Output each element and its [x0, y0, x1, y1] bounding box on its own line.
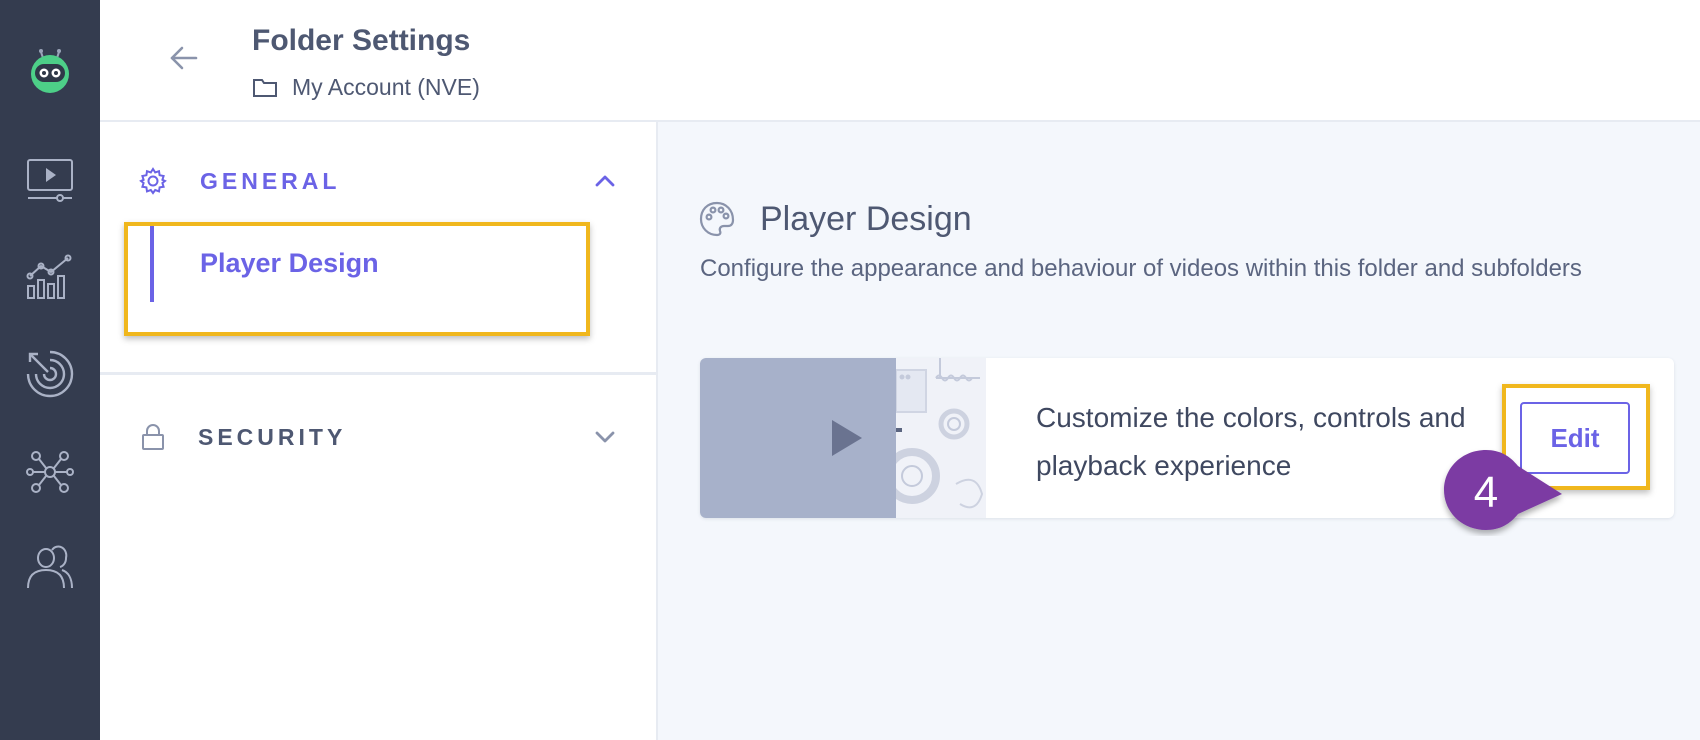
app-rail — [0, 0, 100, 740]
lock-icon — [138, 422, 168, 452]
chevron-up-icon[interactable] — [590, 166, 620, 196]
section-description: Configure the appearance and behaviour o… — [700, 255, 1582, 282]
integrations-icon[interactable] — [24, 446, 76, 498]
gear-icon — [138, 166, 168, 196]
chevron-down-icon[interactable] — [590, 422, 620, 452]
section-divider — [100, 372, 656, 375]
video-library-icon[interactable] — [24, 154, 76, 206]
palette-icon — [698, 200, 736, 238]
section-security-header[interactable]: SECURITY — [100, 408, 656, 468]
breadcrumb[interactable]: My Account (NVE) — [252, 72, 480, 102]
settings-sidebar: GENERAL Player Design SECURITY — [100, 122, 658, 740]
page-header: Folder Settings My Account (NVE) — [100, 0, 1700, 122]
step-number: 4 — [1473, 468, 1499, 517]
play-icon — [830, 418, 864, 458]
folder-icon — [253, 79, 277, 97]
breadcrumb-label: My Account (NVE) — [292, 73, 480, 100]
targeting-icon[interactable] — [24, 348, 76, 400]
section-title: Player Design — [760, 200, 972, 238]
video-thumbnail — [700, 358, 896, 518]
back-arrow-icon[interactable] — [166, 40, 202, 76]
users-icon[interactable] — [24, 540, 76, 592]
section-general-label: GENERAL — [200, 168, 341, 194]
highlight-player-design — [124, 222, 590, 336]
robot-logo-icon[interactable] — [24, 44, 76, 96]
section-security-label: SECURITY — [198, 424, 347, 450]
card-description: Customize the colors, controls and playb… — [1036, 402, 1466, 481]
section-general-header[interactable]: GENERAL — [100, 152, 656, 212]
analytics-icon[interactable] — [24, 250, 76, 302]
gears-illustration — [896, 358, 986, 518]
page-title: Folder Settings — [252, 24, 471, 57]
